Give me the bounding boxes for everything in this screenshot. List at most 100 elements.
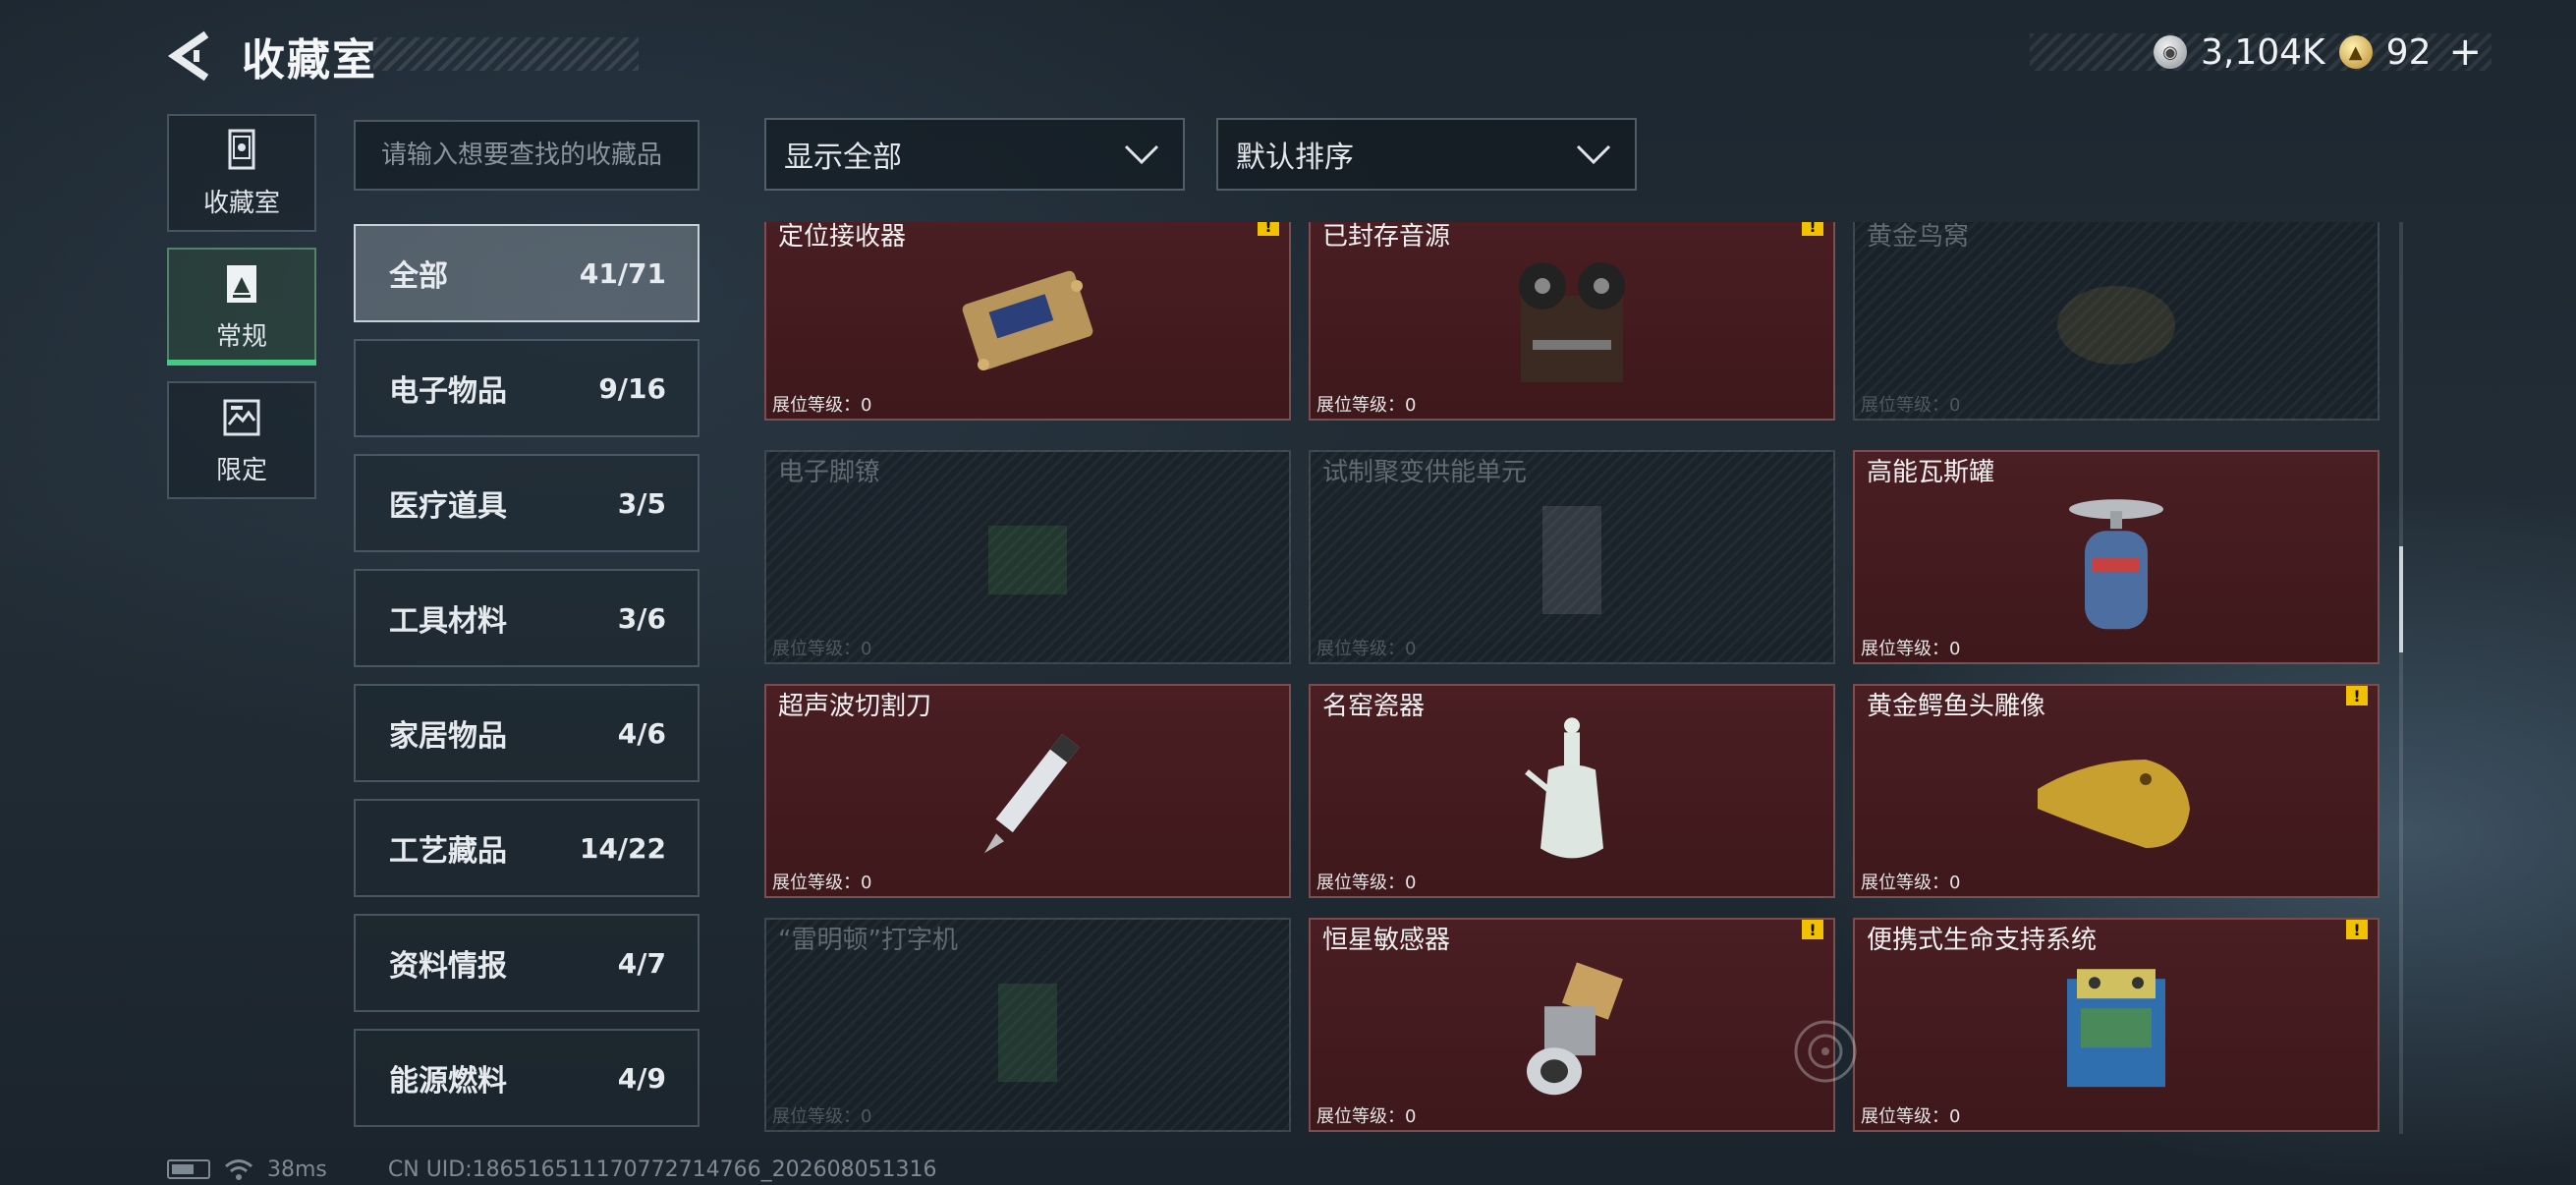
category-name: 电子物品 — [389, 374, 507, 409]
category-count: 14/22 — [579, 831, 666, 865]
nav-tab-label: 收藏室 — [202, 188, 280, 218]
alert-badge-icon: ! — [1258, 222, 1279, 236]
item-name: “雷明顿”打字机 — [778, 926, 958, 955]
silver-coin-icon: ◉ — [2154, 35, 2187, 69]
item-name: 试制聚变供能单元 — [1322, 458, 1528, 487]
sort-dropdown-value: 默认排序 — [1236, 141, 1354, 175]
category-fuel[interactable]: 能源燃料 4/9 — [354, 1029, 700, 1127]
category-name: 家居物品 — [389, 719, 507, 754]
collection-card[interactable]: 已封存音源 ! 展位等级：0 — [1309, 222, 1835, 421]
category-count: 4/9 — [617, 1061, 666, 1095]
battery-icon — [167, 1159, 210, 1179]
category-count: 3/5 — [617, 486, 666, 520]
item-name: 高能瓦斯罐 — [1867, 458, 1995, 487]
wifi-icon — [225, 1159, 252, 1180]
gold-coin-icon: ▲ — [2338, 35, 2373, 69]
collection-card[interactable]: 定位接收器 ! 展位等级：0 — [764, 222, 1291, 421]
fusion-cell-item-image — [1542, 506, 1601, 614]
display-level: 展位等级：0 — [1316, 395, 1417, 416]
collection-card[interactable]: 名窑瓷器 展位等级：0 — [1309, 684, 1835, 898]
nav-tab-limited[interactable]: 限定 — [167, 381, 316, 499]
category-crafts[interactable]: 工艺藏品 14/22 — [354, 799, 700, 897]
category-tools[interactable]: 工具材料 3/6 — [354, 569, 700, 667]
display-level: 展位等级：0 — [1861, 395, 1961, 416]
category-name: 全部 — [389, 259, 448, 294]
display-level: 展位等级：0 — [772, 639, 872, 659]
header: 收藏室 — [167, 22, 377, 90]
display-level: 展位等级：0 — [772, 1106, 872, 1127]
collection-card[interactable]: 黄金鳄鱼头雕像 ! 展位等级：0 — [1853, 684, 2380, 898]
category-count: 3/6 — [617, 601, 666, 635]
display-level: 展位等级：0 — [1861, 1106, 1961, 1127]
collection-card[interactable]: 恒星敏感器 ! 展位等级：0 — [1309, 918, 1835, 1132]
alert-badge-icon: ! — [2346, 686, 2368, 705]
chevron-down-icon — [1576, 144, 1611, 165]
typewriter-item-image — [998, 984, 1057, 1082]
search-input[interactable] — [354, 120, 700, 191]
display-level: 展位等级：0 — [1316, 639, 1417, 659]
alert-badge-icon: ! — [1802, 222, 1823, 236]
item-name: 定位接收器 — [778, 222, 907, 252]
back-arrow-icon[interactable] — [167, 28, 214, 84]
grid-scrollbar[interactable] — [2399, 222, 2403, 1134]
scrollbar-thumb[interactable] — [2399, 546, 2403, 652]
tape-recorder-item-image — [1519, 262, 1625, 382]
item-name: 黄金鳄鱼头雕像 — [1867, 692, 2046, 721]
category-name: 能源燃料 — [389, 1064, 507, 1099]
nav-tab-label: 限定 — [215, 455, 267, 485]
ankle-monitor-item-image — [988, 526, 1067, 594]
filter-dropdown[interactable]: 显示全部 — [764, 118, 1185, 191]
ultrasonic-cutter-item-image — [984, 733, 1080, 854]
item-name: 电子脚镣 — [778, 458, 881, 487]
category-household[interactable]: 家居物品 4/6 — [354, 684, 700, 782]
collection-card[interactable]: 电子脚镣 展位等级：0 — [764, 450, 1291, 664]
silver-currency-value: 3,104K — [2201, 31, 2325, 73]
nav-tab-label: 常规 — [215, 321, 267, 352]
category-electronics[interactable]: 电子物品 9/16 — [354, 339, 700, 437]
sort-dropdown[interactable]: 默认排序 — [1216, 118, 1637, 191]
filter-dropdown-value: 显示全部 — [784, 141, 902, 175]
item-name: 超声波切割刀 — [778, 692, 932, 721]
limited-collection-icon — [223, 399, 260, 435]
nav-tab-regular[interactable]: 常规 — [167, 248, 316, 366]
category-name: 工具材料 — [389, 604, 507, 639]
collection-card[interactable]: 超声波切割刀 展位等级：0 — [764, 684, 1291, 898]
nav-tab-collection-room[interactable]: 收藏室 — [167, 114, 316, 232]
receiver-item-image — [962, 270, 1093, 370]
add-currency-button[interactable]: + — [2448, 29, 2482, 75]
category-all[interactable]: 全部 41/71 — [354, 224, 700, 322]
display-level: 展位等级：0 — [772, 395, 872, 416]
currency-bar: ◉ 3,104K ▲ 92 + — [2030, 29, 2492, 75]
category-count: 4/6 — [617, 716, 666, 750]
collection-grid: 定位接收器 ! 展位等级：0 已封存音源 ! 展位等级：0 黄金鸟窝 展位等级：… — [764, 222, 2383, 1134]
gas-canister-item-image — [2069, 499, 2163, 630]
collection-card[interactable]: 高能瓦斯罐 展位等级：0 — [1853, 450, 2380, 664]
collection-card[interactable]: “雷明顿”打字机 展位等级：0 — [764, 918, 1291, 1132]
collection-card[interactable]: 便携式生命支持系统 ! 展位等级：0 — [1853, 918, 2380, 1132]
user-uid: CN UID:186516511170772714766_20260805131… — [387, 1157, 937, 1182]
page-title: 收藏室 — [242, 35, 377, 85]
collection-card[interactable]: 试制聚变供能单元 展位等级：0 — [1309, 450, 1835, 664]
category-name: 医疗道具 — [389, 489, 507, 524]
gold-currency-value: 92 — [2385, 31, 2432, 73]
display-level: 展位等级：0 — [1861, 639, 1961, 659]
category-count: 4/7 — [617, 946, 666, 980]
category-intel[interactable]: 资料情报 4/7 — [354, 914, 700, 1012]
porcelain-vase-item-image — [1525, 717, 1603, 859]
collection-card[interactable]: 黄金鸟窝 展位等级：0 — [1853, 222, 2380, 421]
category-count: 9/16 — [598, 371, 666, 405]
star-sensor-item-image — [1527, 962, 1623, 1096]
item-name: 名窑瓷器 — [1322, 692, 1426, 721]
category-name: 资料情报 — [389, 949, 507, 984]
category-count: 41/71 — [579, 256, 666, 290]
alert-badge-icon: ! — [1802, 920, 1823, 939]
category-medical[interactable]: 医疗道具 3/5 — [354, 454, 700, 552]
chevron-down-icon — [1124, 144, 1159, 165]
category-name: 工艺藏品 — [389, 834, 507, 869]
golden-crocodile-item-image — [2038, 760, 2190, 848]
display-level: 展位等级：0 — [1316, 1106, 1417, 1127]
display-case-icon — [228, 129, 255, 169]
life-support-item-image — [2067, 969, 2165, 1088]
bird-nest-item-image — [2057, 286, 2175, 365]
status-footer: 38ms CN UID:186516511170772714766_202608… — [167, 1156, 937, 1183]
